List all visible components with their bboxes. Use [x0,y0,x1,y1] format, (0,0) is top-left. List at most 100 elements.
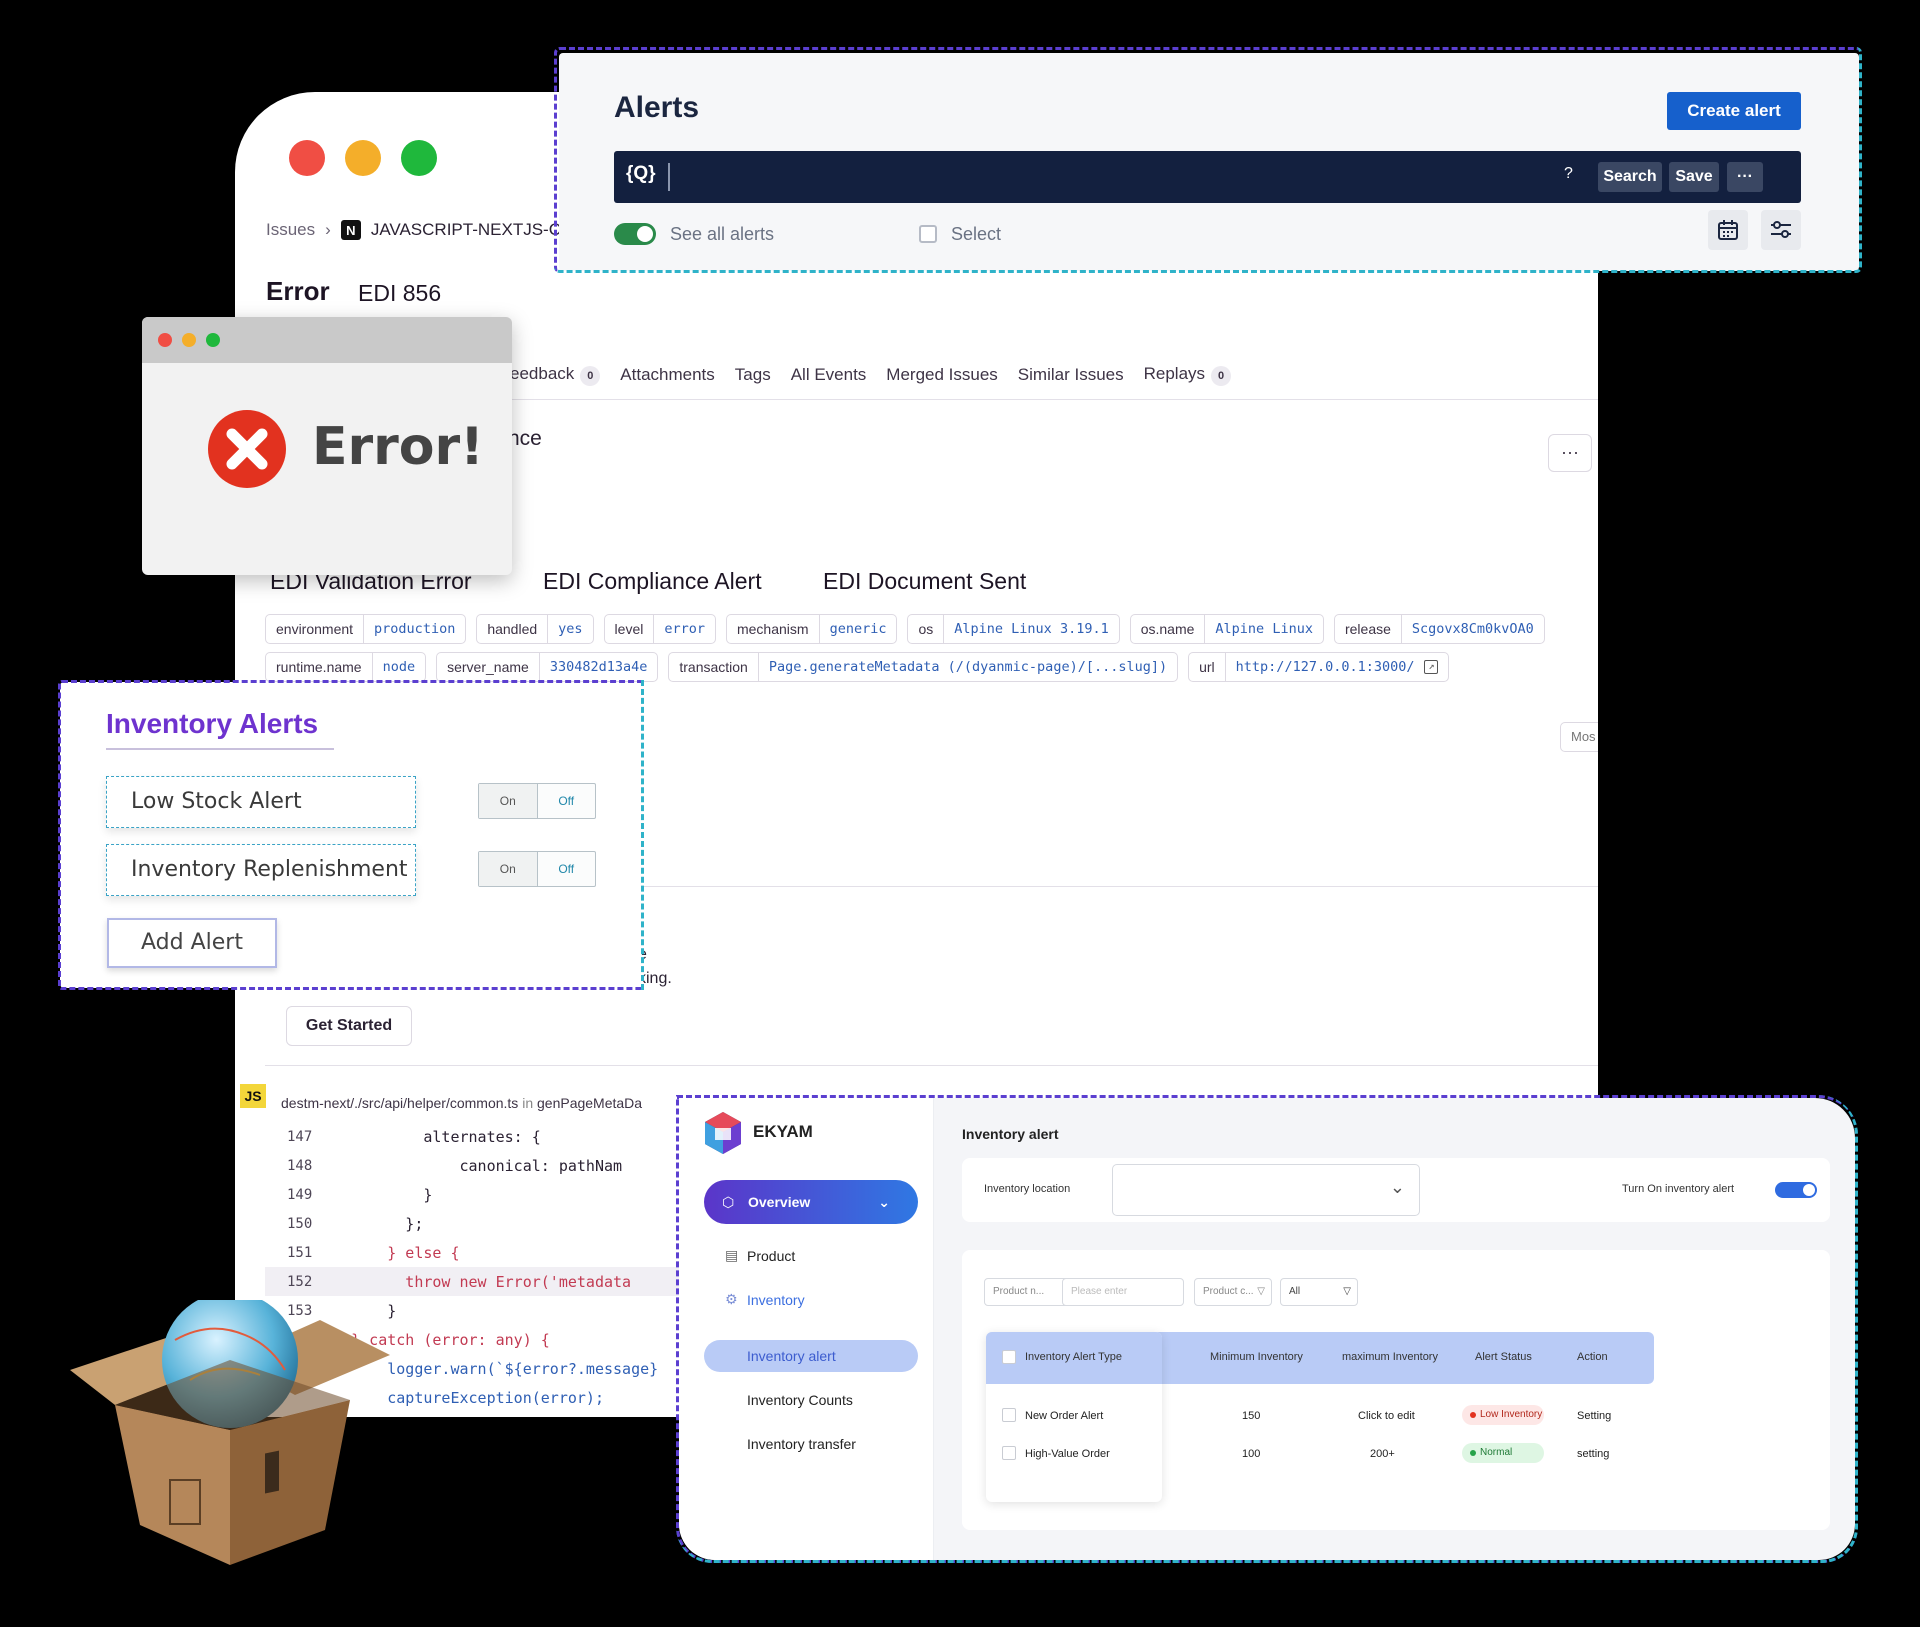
tab-similar-issues[interactable]: Similar Issues [1018,365,1124,385]
tab-all-events[interactable]: All Events [791,365,867,385]
close-window-dot[interactable] [158,333,172,347]
search-button[interactable]: Search [1598,162,1662,192]
off-option[interactable]: Off [538,852,596,886]
section-divider [265,1065,1598,1066]
more-options-button[interactable]: ··· [1727,162,1763,192]
alerts-panel: Alerts Create alert {Q} ? Search Save ··… [559,53,1859,271]
on-option[interactable]: On [479,784,538,818]
cell-maximum[interactable]: 200+ [1370,1448,1395,1460]
overview-menu-button[interactable]: ⬡ Overview ⌄ [704,1180,918,1224]
query-language-icon: {Q} [626,163,656,184]
tag-url[interactable]: url http://127.0.0.1:3000/↗ [1188,652,1450,682]
tab-replays[interactable]: Replays 0 [1144,364,1232,386]
add-alert-button[interactable]: Add Alert [107,918,277,968]
column-header-action: Action [1577,1351,1608,1363]
cell-maximum[interactable]: Click to edit [1358,1410,1415,1422]
cell-action-link[interactable]: Setting [1577,1410,1611,1422]
save-button[interactable]: Save [1669,162,1719,192]
tag-server-name[interactable]: server_name 330482d13a4e [436,652,659,682]
see-all-alerts-toggle[interactable] [614,223,656,245]
low-stock-alert-toggle[interactable]: On Off [478,783,596,819]
breadcrumb-issues[interactable]: Issues [266,220,315,240]
row-checkbox[interactable] [1002,1408,1016,1422]
tag-mechanism[interactable]: mechanism generic [725,614,898,644]
text-cursor [668,163,670,191]
minimize-window-dot[interactable] [182,333,196,347]
issue-tabs: eedback 0 Attachments Tags All Events Mer… [510,364,1232,386]
cell-alert-type: New Order Alert [1025,1410,1104,1422]
turn-on-alert-label: Turn On inventory alert [1622,1183,1735,1195]
inventory-location-select[interactable]: ⌄ [1112,1164,1420,1216]
tab-merged-issues[interactable]: Merged Issues [886,365,998,385]
alerts-table-card: Product n...⌄ Please enter Product c...▽… [962,1250,1830,1530]
partial-text: king. [638,970,672,987]
status-filter[interactable]: All ▽ [1280,1278,1358,1306]
help-icon[interactable]: ? [1564,165,1573,183]
get-started-button[interactable]: Get Started [286,1006,412,1046]
tag-os-name[interactable]: os.name Alpine Linux [1129,614,1324,644]
minimize-window-dot[interactable] [345,140,381,176]
sidebar-item-inventory-alert[interactable]: Inventory alert [704,1340,918,1372]
tag-handled[interactable]: handled yes [476,614,594,644]
status-badge: Normal [1462,1443,1544,1463]
settings-sliders-icon[interactable] [1761,210,1801,250]
tag-release[interactable]: release Scgovx8Cm0kvOA0 [1333,614,1545,644]
tag-level[interactable]: level error [603,614,716,644]
tab-feedback[interactable]: eedback 0 [510,364,601,386]
chevron-right-icon: › [325,220,331,239]
search-input[interactable]: Please enter [1062,1278,1184,1306]
sidebar-item-inventory-counts[interactable]: Inventory Counts [747,1392,853,1408]
cell-minimum: 100 [1242,1448,1261,1460]
off-option[interactable]: Off [538,784,596,818]
select-checkbox[interactable] [919,225,937,243]
cell-action-link[interactable]: setting [1577,1448,1609,1460]
popup-titlebar [142,317,512,363]
tag-environment[interactable]: environment production [265,614,467,644]
inventory-replenishment-toggle[interactable]: On Off [478,851,596,887]
cell-alert-type: High-Value Order [1025,1448,1110,1460]
inventory-alerts-card: Inventory Alerts Low Stock Alert On Off … [60,682,642,988]
brand-name: EKYAM [753,1122,813,1141]
tags-row: runtime.name node server_name 330482d13a4e… [265,652,1450,682]
create-alert-button[interactable]: Create alert [1667,92,1801,130]
maximize-window-dot[interactable] [401,140,437,176]
sidebar-item-product[interactable]: ▤ Product [725,1247,795,1264]
javascript-file-icon: JS [240,1084,266,1108]
inventory-replenishment-field[interactable]: Inventory Replenishment [106,844,416,896]
code-line: 148 canonical: pathNam [287,1156,623,1175]
tag-runtime-name[interactable]: runtime.name node [265,652,427,682]
inventory-alert-switch[interactable] [1775,1182,1817,1198]
filter-icon: ▽ [1343,1286,1351,1297]
inventory-icon: ⚙ [725,1291,738,1307]
tag-os[interactable]: os Alpine Linux 3.19.1 [907,614,1120,644]
more-options-button[interactable]: ··· [1548,434,1592,472]
close-window-dot[interactable] [289,140,325,176]
external-link-icon[interactable]: ↗ [1424,660,1439,674]
tab-tags[interactable]: Tags [735,365,771,385]
tab-attachments[interactable]: Attachments [620,365,715,385]
filter-icon: ▽ [1257,1286,1265,1297]
tab-count-badge: 0 [1211,366,1232,386]
tab-edi-compliance-alert[interactable]: EDI Compliance Alert [543,568,762,595]
sidebar-item-inventory-transfer[interactable]: Inventory transfer [747,1436,856,1452]
cell-minimum: 150 [1242,1410,1261,1422]
globe-in-box-illustration [70,1300,390,1565]
code-line: 149 } [287,1185,433,1204]
chevron-down-icon: ⌄ [1389,1177,1405,1197]
row-checkbox[interactable] [1002,1446,1016,1460]
ekyam-logo-icon [705,1112,741,1154]
on-option[interactable]: On [479,852,538,886]
search-query-bar[interactable]: {Q} ? Search Save ··· [614,151,1801,203]
stack-frame-path[interactable]: destm-next/./src/api/helper/common.ts in… [281,1095,642,1111]
maximize-window-dot[interactable] [206,333,220,347]
calendar-icon[interactable] [1708,210,1748,250]
tab-edi-document-sent[interactable]: EDI Document Sent [823,568,1026,595]
error-message: Error! [312,417,484,477]
select-all-checkbox[interactable] [1002,1350,1016,1364]
status-badge: Low Inventory [1462,1405,1544,1425]
product-category-filter[interactable]: Product c... ▽ [1194,1278,1272,1306]
breadcrumb-project[interactable]: JAVASCRIPT-NEXTJS-C [371,220,561,240]
sidebar-item-inventory[interactable]: ⚙ Inventory [725,1291,805,1308]
low-stock-alert-field[interactable]: Low Stock Alert [106,776,416,828]
tag-transaction[interactable]: transaction Page.generateMetadata (/(dyan… [668,652,1179,682]
